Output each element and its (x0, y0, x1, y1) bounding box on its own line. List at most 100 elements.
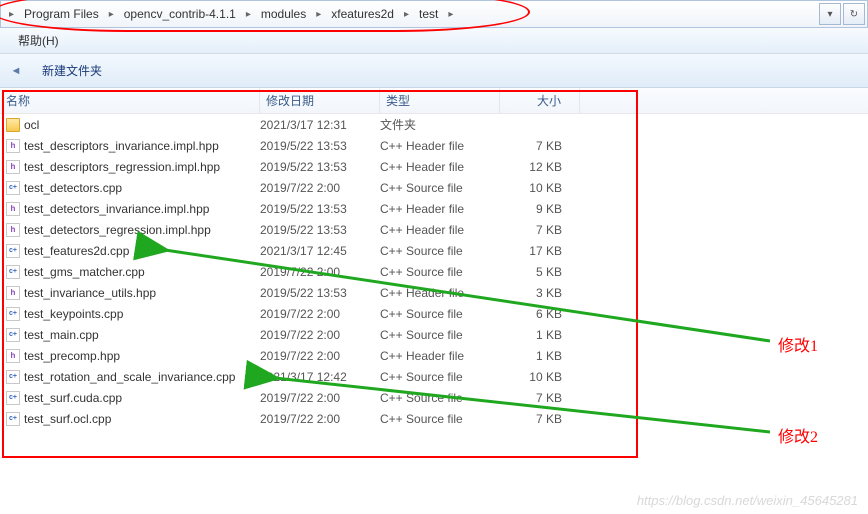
file-row[interactable]: c+ test_features2d.cpp 2021/3/17 12:45C++ … (0, 240, 868, 261)
file-date: 2019/7/22 2:00 (260, 265, 380, 279)
file-date: 2019/7/22 2:00 (260, 412, 380, 426)
file-name: test_precomp.hpp (24, 349, 120, 363)
header-file-icon: h (6, 286, 20, 300)
watermark: https://blog.csdn.net/weixin_45645281 (637, 493, 858, 508)
file-row[interactable]: h test_detectors_regression.impl.hpp 2019/… (0, 219, 868, 240)
file-size: 9 KB (500, 202, 580, 216)
file-row[interactable]: c+ test_detectors.cpp 2019/7/22 2:00C++ So… (0, 177, 868, 198)
file-type: C++ Header file (380, 349, 500, 363)
file-date: 2019/5/22 13:53 (260, 202, 380, 216)
file-row[interactable]: h test_precomp.hpp 2019/7/22 2:00C++ Heade… (0, 345, 868, 366)
file-size: 3 KB (500, 286, 580, 300)
breadcrumb-item[interactable]: modules (255, 1, 312, 27)
breadcrumb-item[interactable]: Program Files (18, 1, 105, 27)
header-file-icon: h (6, 160, 20, 174)
file-row[interactable]: h test_detectors_invariance.impl.hpp 2019/… (0, 198, 868, 219)
file-size: 1 KB (500, 349, 580, 363)
breadcrumb-item[interactable]: test (413, 1, 444, 27)
file-name: test_descriptors_invariance.impl.hpp (24, 139, 219, 153)
file-date: 2021/3/17 12:45 (260, 244, 380, 258)
file-name: test_invariance_utils.hpp (24, 286, 156, 300)
chevron-right-icon: ▸ (242, 9, 255, 20)
chevron-right-icon: ▸ (5, 9, 18, 20)
file-type: C++ Source file (380, 328, 500, 342)
file-name: test_features2d.cpp (24, 244, 129, 258)
file-size: 17 KB (500, 244, 580, 258)
cpp-file-icon: c+ (6, 412, 20, 426)
file-row[interactable]: c+test_main.cpp2019/7/22 2:00C++ Source … (0, 324, 868, 345)
file-size: 1 KB (500, 328, 580, 342)
file-size: 6 KB (500, 307, 580, 321)
file-name: ocl (24, 118, 39, 132)
file-name: test_rotation_and_scale_invariance.cpp (24, 370, 235, 384)
file-size: 12 KB (500, 160, 580, 174)
column-headers: 名称 修改日期 类型 大小 (0, 88, 868, 114)
help-menu[interactable]: 帮助(H) (10, 32, 67, 49)
file-name: test_surf.ocl.cpp (24, 412, 111, 426)
header-file-icon: h (6, 139, 20, 153)
file-date: 2019/5/22 13:53 (260, 160, 380, 174)
file-type: C++ Source file (380, 370, 500, 384)
file-date: 2019/5/22 13:53 (260, 139, 380, 153)
file-row[interactable]: c+test_keypoints.cpp2019/7/22 2:00C++ So… (0, 303, 868, 324)
file-type: C++ Source file (380, 244, 500, 258)
file-date: 2019/7/22 2:00 (260, 349, 380, 363)
header-file-icon: h (6, 202, 20, 216)
new-folder-button[interactable]: 新建文件夹 (34, 58, 110, 83)
breadcrumb[interactable]: ▸ Program Files ▸ opencv_contrib-4.1.1 ▸… (0, 0, 868, 28)
file-size: 7 KB (500, 391, 580, 405)
dropdown-button[interactable]: ▾ (819, 3, 841, 25)
file-type: C++ Header file (380, 223, 500, 237)
header-name[interactable]: 名称 (0, 88, 260, 113)
breadcrumb-item[interactable]: opencv_contrib-4.1.1 (118, 1, 242, 27)
file-name: test_detectors_regression.impl.hpp (24, 223, 211, 237)
cpp-file-icon: c+ (6, 391, 20, 405)
cpp-file-icon: c+ (6, 181, 20, 195)
file-name: test_descriptors_regression.impl.hpp (24, 160, 220, 174)
file-date: 2019/7/22 2:00 (260, 391, 380, 405)
file-name: test_detectors_invariance.impl.hpp (24, 202, 209, 216)
file-type: 文件夹 (380, 116, 500, 133)
file-row[interactable]: ocl 2021/3/17 12:31文件夹 (0, 114, 868, 135)
cpp-file-icon: c+ (6, 370, 20, 384)
refresh-button[interactable]: ↻ (843, 3, 865, 25)
chevron-right-icon: ▸ (444, 9, 457, 20)
header-file-icon: h (6, 223, 20, 237)
header-size[interactable]: 大小 (500, 88, 580, 113)
header-type[interactable]: 类型 (380, 88, 500, 113)
file-row[interactable]: htest_invariance_utils.hpp2019/5/22 13:5… (0, 282, 868, 303)
back-arrow-icon[interactable]: ◄ (8, 63, 24, 79)
file-row[interactable]: c+ test_rotation_and_scale_invariance.cpp… (0, 366, 868, 387)
file-list: ocl 2021/3/17 12:31文件夹 h test_descriptors_i… (0, 114, 868, 429)
file-name: test_gms_matcher.cpp (24, 265, 145, 279)
file-date: 2021/3/17 12:42 (260, 370, 380, 384)
file-type: C++ Source file (380, 181, 500, 195)
file-date: 2021/3/17 12:31 (260, 118, 380, 132)
annotation-label-2: 修改2 (778, 423, 818, 447)
header-file-icon: h (6, 349, 20, 363)
chevron-right-icon: ▸ (400, 9, 413, 20)
file-type: C++ Header file (380, 139, 500, 153)
header-date[interactable]: 修改日期 (260, 88, 380, 113)
file-type: C++ Header file (380, 286, 500, 300)
file-row[interactable]: c+test_gms_matcher.cpp2019/7/22 2:00C++ … (0, 261, 868, 282)
file-date: 2019/5/22 13:53 (260, 223, 380, 237)
file-type: C++ Source file (380, 265, 500, 279)
file-date: 2019/7/22 2:00 (260, 181, 380, 195)
file-row[interactable]: c+test_surf.ocl.cpp2019/7/22 2:00C++ Sou… (0, 408, 868, 429)
file-date: 2019/7/22 2:00 (260, 307, 380, 321)
command-bar: ◄ 新建文件夹 (0, 54, 868, 88)
file-row[interactable]: c+test_surf.cuda.cpp2019/7/22 2:00C++ So… (0, 387, 868, 408)
file-row[interactable]: h test_descriptors_regression.impl.hpp 201… (0, 156, 868, 177)
file-type: C++ Source file (380, 307, 500, 321)
file-name: test_keypoints.cpp (24, 307, 123, 321)
file-size: 5 KB (500, 265, 580, 279)
file-row[interactable]: h test_descriptors_invariance.impl.hpp 201… (0, 135, 868, 156)
file-size: 10 KB (500, 181, 580, 195)
file-size: 7 KB (500, 139, 580, 153)
menu-bar: 帮助(H) (0, 28, 868, 54)
cpp-file-icon: c+ (6, 244, 20, 258)
breadcrumb-item[interactable]: xfeatures2d (325, 1, 400, 27)
cpp-file-icon: c+ (6, 328, 20, 342)
file-name: test_detectors.cpp (24, 181, 122, 195)
